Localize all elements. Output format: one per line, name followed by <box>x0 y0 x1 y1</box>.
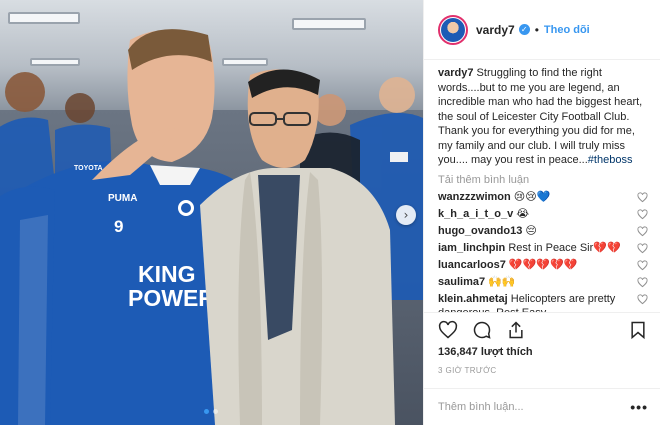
header-separator: • <box>534 22 539 37</box>
comment-username[interactable]: k_h_a_i_t_o_v <box>438 208 513 220</box>
comments-section[interactable]: vardy7 Struggling to find the right word… <box>424 60 660 312</box>
comment-body: saulima7 🙌🙌 <box>438 275 637 289</box>
kit-brand: PUMA <box>108 193 137 204</box>
comment-like-heart-icon[interactable] <box>637 225 648 237</box>
comment-text: 💔💔💔💔💔 <box>508 258 578 271</box>
verified-icon: ✓ <box>518 24 530 35</box>
comment-text: Rest in Peace Sir💔💔 <box>508 241 621 254</box>
load-more-comments-button[interactable]: Tải thêm bình luận <box>438 174 648 186</box>
comment-text: 😔 <box>525 224 537 237</box>
comment-body: klein.ahmetaj Helicopters are pretty dan… <box>438 292 637 313</box>
more-options-button[interactable]: ••• <box>630 399 648 415</box>
comment-body: hugo_ovando13 😔 <box>438 224 637 238</box>
comment-username[interactable]: wanzzzwimon <box>438 191 511 203</box>
carousel-dot <box>213 409 218 414</box>
post-header: vardy7 ✓ • Theo dõi <box>424 0 660 60</box>
comment-row: wanzzzwimon 😢😢💙 <box>438 190 648 204</box>
heart-icon[interactable] <box>438 320 458 340</box>
comment-body: wanzzzwimon 😢😢💙 <box>438 190 637 204</box>
share-icon[interactable] <box>506 320 526 340</box>
sleeve-brand: TOYOTA <box>74 165 103 172</box>
post-time[interactable]: 3 GIỜ TRƯỚC <box>424 362 660 380</box>
comment-row: saulima7 🙌🙌 <box>438 275 648 289</box>
players-illustration: 9 PUMA TOYOTA KING POWER <box>0 29 423 425</box>
chevron-right-icon: › <box>403 208 409 222</box>
comment-username[interactable]: hugo_ovando13 <box>438 225 522 237</box>
avatar[interactable] <box>438 14 468 45</box>
bookmark-icon[interactable] <box>628 320 648 340</box>
comment-body: iam_linchpin Rest in Peace Sir💔💔 <box>438 241 637 255</box>
comment-input[interactable] <box>438 401 631 413</box>
comment-text: 😢😢💙 <box>513 190 551 203</box>
post-photo[interactable]: 9 PUMA TOYOTA KING POWER › <box>0 0 423 425</box>
add-comment-bar: ••• <box>424 388 660 425</box>
caption-text: Struggling to find the right words....bu… <box>438 67 643 166</box>
comment-like-heart-icon[interactable] <box>637 293 648 305</box>
caption: vardy7 Struggling to find the right word… <box>438 66 648 168</box>
comment-username[interactable]: iam_linchpin <box>438 242 505 254</box>
caption-username[interactable]: vardy7 <box>438 67 473 79</box>
action-bar <box>424 312 660 346</box>
sponsor-line1: KING <box>138 261 196 287</box>
comment-body: k_h_a_i_t_o_v 😭 <box>438 207 637 221</box>
comment-like-heart-icon[interactable] <box>637 208 648 220</box>
comment-row: hugo_ovando13 😔 <box>438 224 648 238</box>
jersey-number: 9 <box>114 217 123 236</box>
likes-count[interactable]: 136,847 lượt thích <box>424 346 660 362</box>
comment-username[interactable]: saulima7 <box>438 276 485 288</box>
comment-list: wanzzzwimon 😢😢💙 k_h_a_i_t_o_v 😭 hugo_ovand… <box>438 190 648 313</box>
comment-text: 🙌🙌 <box>488 275 516 288</box>
instagram-post: 9 PUMA TOYOTA KING POWER › vardy7 ✓ • Th… <box>0 0 660 425</box>
comment-row: k_h_a_i_t_o_v 😭 <box>438 207 648 221</box>
comment-like-heart-icon[interactable] <box>637 242 648 254</box>
header-username[interactable]: vardy7 <box>476 23 515 37</box>
comment-like-heart-icon[interactable] <box>637 259 648 271</box>
comment-row: klein.ahmetaj Helicopters are pretty dan… <box>438 292 648 313</box>
post-details: vardy7 ✓ • Theo dõi vardy7 Struggling to… <box>423 0 660 425</box>
carousel-next-button[interactable]: › <box>396 205 416 225</box>
carousel-indicator <box>204 409 218 414</box>
comment-row: luancarloos7 💔💔💔💔💔 <box>438 258 648 272</box>
comment-body: luancarloos7 💔💔💔💔💔 <box>438 258 637 272</box>
caption-hashtag[interactable]: #theboss <box>588 154 633 166</box>
sponsor-line2: POWER <box>128 285 215 311</box>
comment-like-heart-icon[interactable] <box>637 276 648 288</box>
comment-username[interactable]: luancarloos7 <box>438 259 506 271</box>
carousel-dot-active <box>204 409 209 414</box>
comment-username[interactable]: klein.ahmetaj <box>438 293 508 305</box>
comment-row: iam_linchpin Rest in Peace Sir💔💔 <box>438 241 648 255</box>
comment-text: 😭 <box>516 207 530 220</box>
follow-button[interactable]: Theo dõi <box>544 24 590 36</box>
comment-like-heart-icon[interactable] <box>637 191 648 203</box>
comment-icon[interactable] <box>472 320 492 340</box>
